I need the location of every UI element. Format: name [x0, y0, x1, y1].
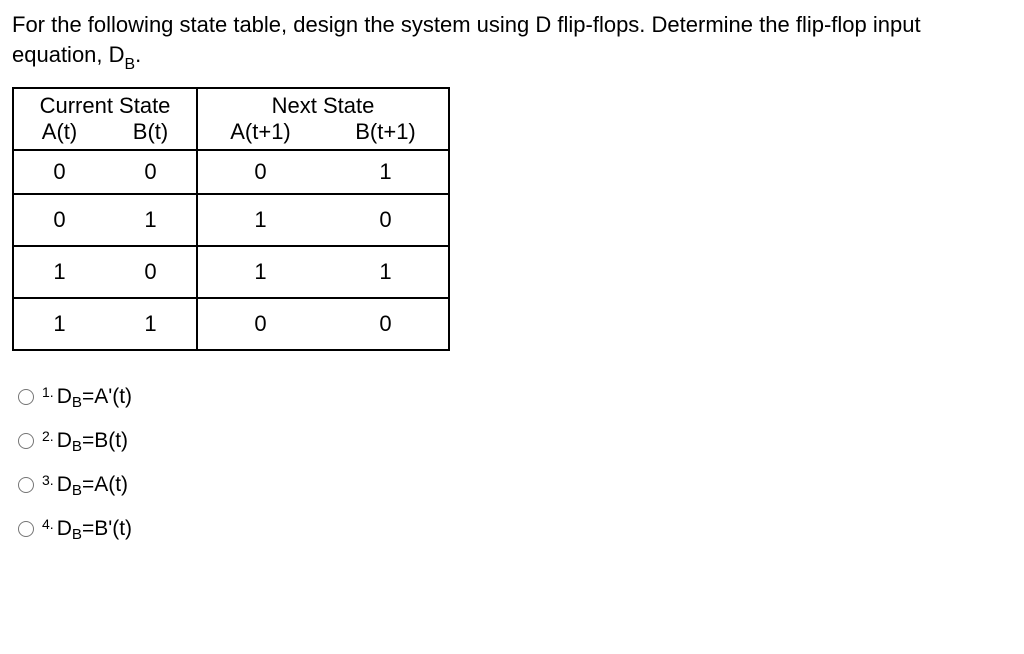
table-cell: 11: [197, 246, 449, 298]
table-cell: 01: [197, 150, 449, 194]
option-2-radio[interactable]: [18, 433, 34, 449]
question-line2-sub: B: [125, 56, 136, 73]
header-next-state: Next State: [197, 88, 449, 119]
table-cell: 11: [13, 298, 197, 350]
option-4[interactable]: 4. DB=B'(t): [18, 517, 1012, 541]
question-line1: For the following state table, design th…: [12, 12, 921, 37]
header-current-state: Current State: [13, 88, 197, 119]
option-1-label: 1. DB=A'(t): [42, 385, 132, 409]
question-line2-suffix: .: [135, 42, 141, 67]
question-line2-prefix: equation, D: [12, 42, 125, 67]
table-cell: 00: [13, 150, 197, 194]
col-b-current: B(t): [105, 119, 196, 145]
option-2[interactable]: 2. DB=B(t): [18, 429, 1012, 453]
option-1[interactable]: 1. DB=A'(t): [18, 385, 1012, 409]
table-cell: 01: [13, 194, 197, 246]
option-1-radio[interactable]: [18, 389, 34, 405]
option-3[interactable]: 3. DB=A(t): [18, 473, 1012, 497]
option-3-radio[interactable]: [18, 477, 34, 493]
options-group: 1. DB=A'(t) 2. DB=B(t) 3. DB=A(t) 4. DB=…: [18, 385, 1012, 541]
subheader-current: A(t) B(t): [13, 119, 197, 150]
subheader-next: A(t+1) B(t+1): [197, 119, 449, 150]
col-b-next: B(t+1): [323, 119, 448, 145]
table-cell: 00: [197, 298, 449, 350]
option-3-label: 3. DB=A(t): [42, 473, 128, 497]
state-table: Current State Next State A(t) B(t) A(t+1…: [12, 87, 450, 351]
col-a-current: A(t): [14, 119, 105, 145]
col-a-next: A(t+1): [198, 119, 323, 145]
option-4-radio[interactable]: [18, 521, 34, 537]
table-cell: 10: [13, 246, 197, 298]
option-2-label: 2. DB=B(t): [42, 429, 128, 453]
question-prompt: For the following state table, design th…: [12, 10, 1012, 73]
table-cell: 10: [197, 194, 449, 246]
option-4-label: 4. DB=B'(t): [42, 517, 132, 541]
